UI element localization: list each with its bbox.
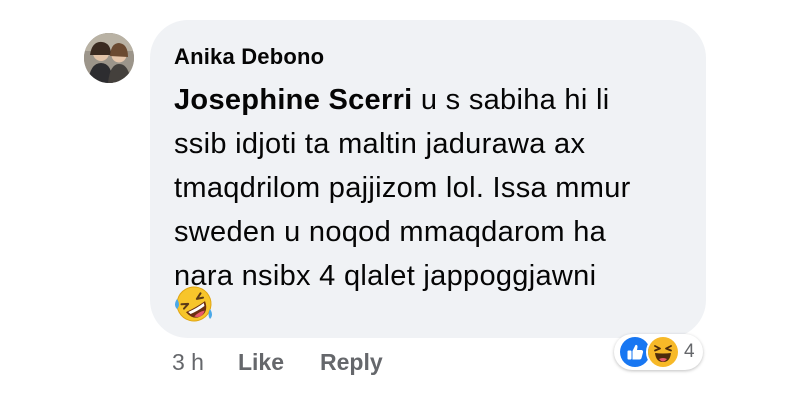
comment-text-segment: u s sabiha hi li — [412, 84, 610, 116]
rolling-on-the-floor-laughing-emoji — [174, 284, 214, 324]
comment-author[interactable]: Anika Debono — [174, 44, 324, 70]
mention-link[interactable]: Josephine Scerri — [174, 84, 413, 116]
reaction-summary[interactable]: 4 — [614, 334, 703, 370]
comment-line: ssib idjoti ta maltin jadurawa ax — [174, 128, 586, 160]
comment-timestamp[interactable]: 3 h — [172, 349, 204, 376]
comment-body: Josephine Scerri u s sabiha hi li ssib i… — [174, 78, 694, 298]
comment-line: tmaqdrilom pajjizom lol. Issa mmur — [174, 172, 631, 204]
avatar-photo — [84, 33, 134, 83]
comment-line: nara nsibx 4 qlalet jappoggjawni — [174, 260, 597, 292]
like-button[interactable]: Like — [238, 349, 284, 376]
comment-actions: 3 h Like Reply — [172, 344, 419, 380]
avatar[interactable] — [84, 33, 134, 83]
reply-button[interactable]: Reply — [320, 349, 383, 376]
comment-thread: Anika Debono Josephine Scerri u s sabiha… — [0, 0, 800, 400]
haha-icon — [646, 335, 680, 369]
comment-line: Josephine Scerri u s sabiha hi li — [174, 78, 694, 122]
comment-bubble: Anika Debono Josephine Scerri u s sabiha… — [150, 20, 706, 338]
comment-line: sweden u noqod mmaqdarom ha — [174, 216, 607, 248]
reaction-count: 4 — [684, 341, 695, 362]
